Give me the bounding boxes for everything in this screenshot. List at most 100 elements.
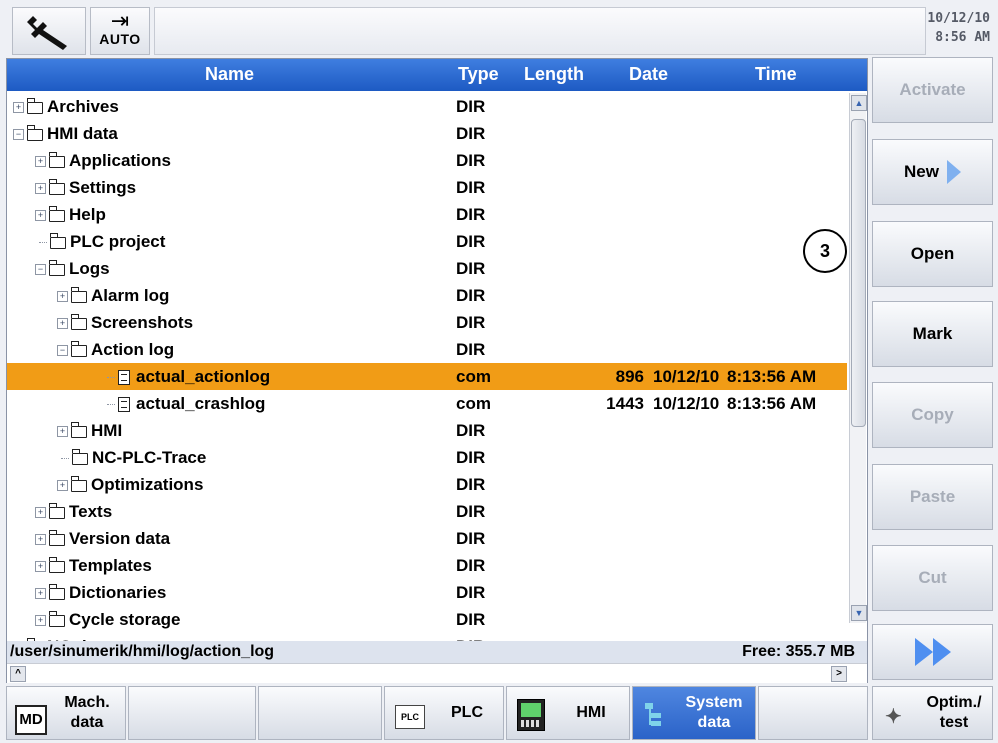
tree-row[interactable]: actual_crashlog com 1443 10/12/10 8:13:5… bbox=[7, 390, 847, 417]
machine-area-button[interactable] bbox=[12, 7, 86, 55]
tree-row[interactable]: + HMI DIR bbox=[7, 417, 847, 444]
expand-icon[interactable]: + bbox=[35, 507, 46, 519]
row-type: DIR bbox=[456, 151, 486, 170]
row-type: DIR bbox=[456, 286, 486, 305]
softkey-copy[interactable]: Copy bbox=[872, 382, 993, 448]
softkey-label: New bbox=[904, 162, 939, 181]
tree-row[interactable]: + Screenshots DIR bbox=[7, 309, 847, 336]
expand-icon[interactable]: + bbox=[35, 561, 46, 573]
scroll-right-button[interactable]: > bbox=[831, 666, 847, 682]
row-length: 1443 bbox=[606, 394, 644, 413]
softkey-paste[interactable]: Paste bbox=[872, 464, 993, 530]
mode-label: AUTO bbox=[99, 31, 141, 47]
column-header-time[interactable]: Time bbox=[755, 64, 797, 85]
folder-icon bbox=[70, 475, 87, 492]
softkey-label: HMI bbox=[576, 704, 606, 721]
tree-row[interactable]: PLC project DIR bbox=[7, 228, 847, 255]
collapse-icon[interactable]: − bbox=[13, 129, 24, 141]
folder-icon bbox=[48, 583, 65, 600]
softkey-label: PLC bbox=[451, 704, 483, 721]
auto-arrow-icon: ⇥ bbox=[110, 8, 130, 33]
tree-row[interactable]: + Applications DIR bbox=[7, 147, 847, 174]
column-header-name[interactable]: Name bbox=[205, 64, 254, 85]
softkey-empty-1[interactable] bbox=[128, 686, 256, 740]
softkey-new[interactable]: New bbox=[872, 139, 993, 205]
row-type: DIR bbox=[456, 421, 486, 440]
tree-row[interactable]: + Dictionaries DIR bbox=[7, 579, 847, 606]
clock-time: 8:56 AM bbox=[935, 30, 990, 45]
clock: 10/12/10 8:56 AM bbox=[927, 9, 990, 47]
expand-icon[interactable]: + bbox=[35, 588, 46, 600]
tree-row[interactable]: NC-PLC-Trace DIR bbox=[7, 444, 847, 471]
collapse-icon[interactable]: − bbox=[35, 264, 46, 276]
softkey-plc[interactable]: PLC PLC bbox=[384, 686, 504, 740]
softkey-more[interactable] bbox=[872, 624, 993, 680]
softkey-hmi[interactable]: HMI bbox=[506, 686, 630, 740]
file-browser: Name Type Length Date Time + Archives DIR… bbox=[6, 58, 868, 683]
row-type: DIR bbox=[456, 610, 486, 629]
expand-icon[interactable]: + bbox=[57, 426, 68, 438]
expand-icon[interactable]: + bbox=[35, 183, 46, 195]
softkey-label: Copy bbox=[911, 405, 954, 424]
tree-row[interactable]: + Templates DIR bbox=[7, 552, 847, 579]
tree-row[interactable]: − Logs DIR bbox=[7, 255, 847, 282]
tree-row[interactable]: + Optimizations DIR bbox=[7, 471, 847, 498]
row-type: DIR bbox=[456, 475, 486, 494]
softkey-mach-data[interactable]: MD Mach. data bbox=[6, 686, 126, 740]
row-length: 896 bbox=[615, 367, 644, 386]
row-name: HMI bbox=[91, 421, 123, 440]
softkey-empty-2[interactable] bbox=[258, 686, 382, 740]
tree-row[interactable]: − Action log DIR bbox=[7, 336, 847, 363]
tree-row-selected[interactable]: actual_actionlog com 896 10/12/10 8:13:5… bbox=[7, 363, 847, 390]
row-type: DIR bbox=[456, 124, 486, 143]
tree-row[interactable]: + Archives DIR bbox=[7, 93, 847, 120]
horizontal-scrollbar[interactable]: ^ > bbox=[7, 663, 867, 683]
row-name: Version data bbox=[69, 529, 171, 548]
softkey-empty-3[interactable] bbox=[758, 686, 868, 740]
softkey-label: Optim./ test bbox=[926, 694, 982, 731]
softkey-activate[interactable]: Activate bbox=[872, 57, 993, 123]
expand-icon[interactable]: + bbox=[57, 318, 68, 330]
tree-row[interactable]: − HMI data DIR bbox=[7, 120, 847, 147]
expand-icon[interactable]: + bbox=[35, 210, 46, 222]
tree-connector bbox=[107, 377, 115, 379]
tree-row[interactable]: + Alarm log DIR bbox=[7, 282, 847, 309]
file-tree: + Archives DIR − HMI data DIR + Application… bbox=[7, 93, 847, 660]
scroll-thumb[interactable] bbox=[851, 119, 866, 427]
row-name: Help bbox=[69, 205, 106, 224]
scroll-up-arrow-icon[interactable]: ^ bbox=[10, 666, 26, 682]
tree-row[interactable]: + Cycle storage DIR bbox=[7, 606, 847, 633]
tree-row[interactable]: + Settings DIR bbox=[7, 174, 847, 201]
softkey-label: Mark bbox=[912, 324, 953, 343]
tree-row[interactable]: + Texts DIR bbox=[7, 498, 847, 525]
tree-row[interactable]: + Version data DIR bbox=[7, 525, 847, 552]
softkey-cut[interactable]: Cut bbox=[872, 545, 993, 611]
vertical-scrollbar[interactable]: ▲ ▼ bbox=[849, 93, 867, 623]
softkey-optim-test[interactable]: ✦ Optim./ test bbox=[872, 686, 993, 740]
expand-icon[interactable]: + bbox=[57, 291, 68, 303]
folder-icon bbox=[49, 232, 66, 249]
expand-icon[interactable]: + bbox=[35, 534, 46, 546]
collapse-icon[interactable]: − bbox=[57, 345, 68, 357]
system-data-icon bbox=[645, 701, 667, 729]
scroll-down-button[interactable]: ▼ bbox=[851, 605, 867, 621]
softkey-system-data[interactable]: System data bbox=[632, 686, 756, 740]
expand-icon[interactable]: + bbox=[57, 480, 68, 492]
row-name: NC-PLC-Trace bbox=[92, 448, 207, 467]
softkey-open[interactable]: Open bbox=[872, 221, 993, 287]
column-header-type[interactable]: Type bbox=[458, 64, 499, 85]
header-message-area bbox=[154, 7, 926, 55]
row-type: DIR bbox=[456, 205, 486, 224]
expand-icon[interactable]: + bbox=[13, 102, 24, 114]
folder-icon bbox=[48, 151, 65, 168]
softkey-mark[interactable]: Mark bbox=[872, 301, 993, 367]
expand-icon[interactable]: + bbox=[35, 156, 46, 168]
expand-icon[interactable]: + bbox=[35, 615, 46, 627]
row-name: Logs bbox=[69, 259, 110, 278]
scroll-up-button[interactable]: ▲ bbox=[851, 95, 867, 111]
folder-icon bbox=[70, 286, 87, 303]
column-header-date[interactable]: Date bbox=[629, 64, 668, 85]
tree-row[interactable]: + Help DIR bbox=[7, 201, 847, 228]
softkey-label: Open bbox=[910, 244, 955, 263]
column-header-length[interactable]: Length bbox=[524, 64, 584, 85]
